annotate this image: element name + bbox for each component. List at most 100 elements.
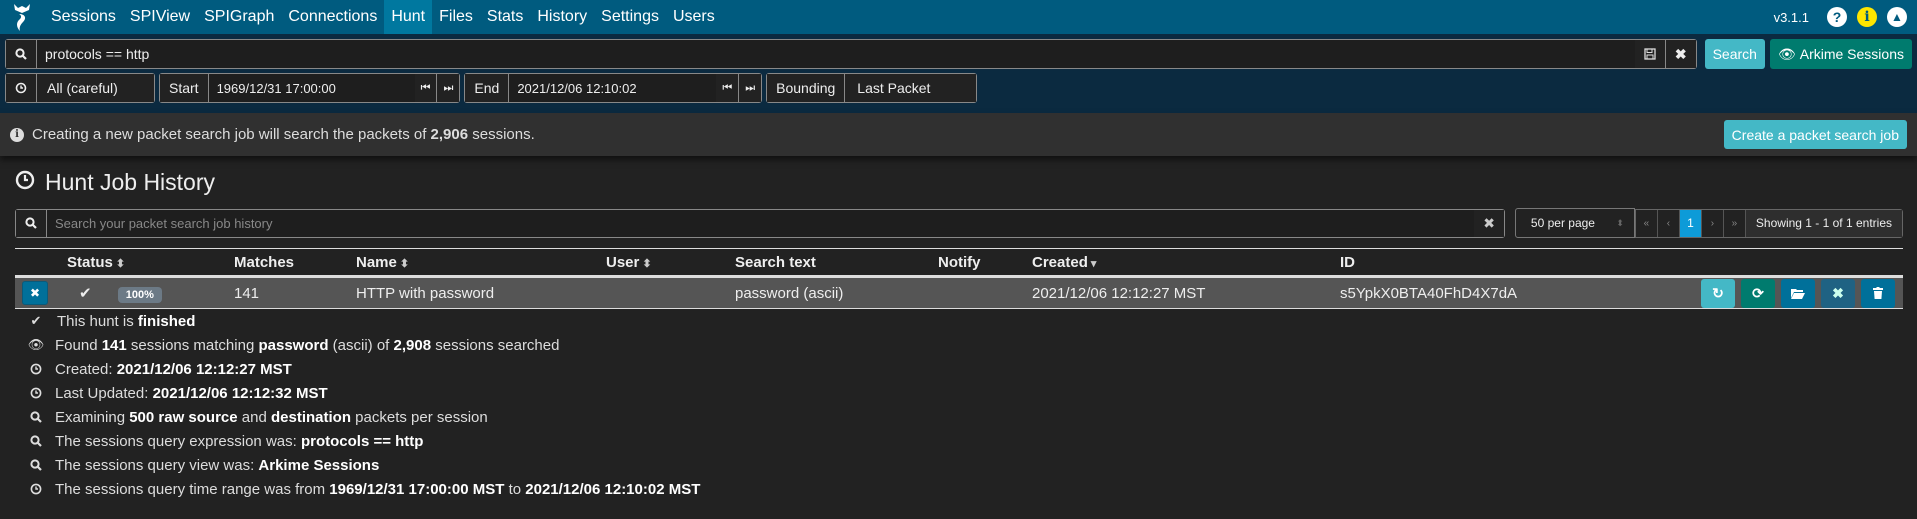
created-cell: 2021/12/06 12:12:27 MST: [1032, 276, 1340, 309]
bounding-label: Bounding: [767, 74, 846, 102]
id-cell: s5YpkX0BTA40FhD4X7dA: [1340, 276, 1700, 309]
hunt-history-table: Status ⬍ Matches Name ⬍ User ⬍ Search text …: [15, 248, 1903, 309]
col-user[interactable]: User ⬍: [606, 248, 735, 278]
nav-spigraph[interactable]: SPIGraph: [197, 0, 281, 34]
select-sort-icon: ⬍: [1616, 217, 1624, 228]
nav-hunt[interactable]: Hunt: [384, 0, 433, 34]
time-range-group: All (careful): [5, 73, 155, 103]
col-matches: Matches: [234, 248, 356, 278]
col-notify: Notify: [938, 248, 1032, 278]
page-first[interactable]: «: [1635, 209, 1658, 237]
search-expression-input[interactable]: [37, 40, 1635, 68]
collapse-chevron-up-icon[interactable]: ▲: [1887, 7, 1907, 27]
nav-files[interactable]: Files: [432, 0, 480, 34]
search-area: ✖ Search 👁 Arkime Sessions All (careful)…: [0, 34, 1917, 113]
detail-query-expression: The sessions query expression was: proto…: [25, 429, 1903, 453]
search-icon: [25, 459, 47, 471]
start-step-back-icon[interactable]: ⏮: [414, 74, 438, 102]
nav-stats[interactable]: Stats: [480, 0, 530, 34]
hunt-details: ✔ This hunt is finished 👁 Found 141 sess…: [15, 309, 1903, 501]
toggle-details-close-icon[interactable]: ✖: [22, 281, 48, 305]
sort-icon: ⬍: [115, 257, 126, 270]
bounding-group: Bounding Last Packet: [766, 73, 978, 103]
matches-cell: 141: [234, 276, 356, 309]
expression-group: ✖: [5, 39, 1697, 69]
page-current[interactable]: 1: [1679, 209, 1702, 237]
bounding-select[interactable]: Last Packet: [845, 74, 977, 102]
nav-sessions[interactable]: Sessions: [44, 0, 123, 34]
session-count: 2,906: [430, 126, 469, 143]
start-time-input[interactable]: [208, 74, 415, 102]
col-id: ID: [1340, 248, 1700, 278]
info-icon[interactable]: i: [1857, 7, 1877, 27]
table-row[interactable]: ✖ ✔ 100% 141 HTTP with password password…: [15, 276, 1903, 309]
nav-connections[interactable]: Connections: [281, 0, 384, 34]
save-expression-floppy-icon[interactable]: [1634, 40, 1666, 68]
info-circle-icon: i: [10, 127, 24, 142]
nav-users[interactable]: Users: [666, 0, 722, 34]
time-range-select[interactable]: All (careful): [37, 74, 154, 102]
history-clock-icon: [15, 169, 35, 196]
search-button[interactable]: Search: [1704, 39, 1765, 69]
search-text-cell: password (ascii): [735, 276, 938, 309]
col-search-text: Search text: [735, 248, 938, 278]
col-name[interactable]: Name ⬍: [356, 248, 606, 278]
end-step-back-icon[interactable]: ⏮: [716, 74, 740, 102]
eye-icon: 👁: [1777, 45, 1796, 62]
search-icon: [16, 209, 47, 237]
page-title: Hunt Job History: [15, 156, 1903, 208]
arkime-logo-icon[interactable]: [0, 0, 44, 34]
hunt-history-section: Hunt Job History ✖ 50 per page ⬍ « ‹ 1 ›…: [0, 156, 1917, 501]
nav-settings[interactable]: Settings: [594, 0, 666, 34]
detail-created: Created: 2021/12/06 12:12:27 MST: [25, 357, 1903, 381]
clock-icon: [25, 483, 47, 495]
detail-time-range: The sessions query time range was from 1…: [25, 477, 1903, 501]
view-select-button[interactable]: 👁 Arkime Sessions: [1769, 39, 1912, 69]
open-sessions-folder-icon[interactable]: [1781, 278, 1815, 308]
nav-history[interactable]: History: [530, 0, 594, 34]
start-label: Start: [160, 74, 209, 102]
end-time-input[interactable]: [509, 74, 717, 102]
sort-desc-icon: ▾: [1090, 257, 1097, 270]
top-navbar: Sessions SPIView SPIGraph Connections Hu…: [0, 0, 1917, 34]
end-time-group: End ⏮ ⏭: [464, 73, 763, 103]
hunt-info-bar: i Creating a new packet search job will …: [0, 113, 1917, 156]
detail-examining: Examining 500 raw source and destination…: [25, 405, 1903, 429]
notify-cell: [938, 276, 1032, 309]
eye-icon: 👁: [27, 337, 45, 352]
name-cell: HTTP with password: [356, 276, 606, 309]
col-created[interactable]: Created ▾: [1032, 248, 1340, 278]
user-cell: [606, 276, 735, 309]
page-next[interactable]: ›: [1701, 209, 1724, 237]
history-toolbar: ✖ 50 per page ⬍ « ‹ 1 › » Showing 1 - 1 …: [15, 208, 1903, 238]
repeat-sync-icon[interactable]: ⟳: [1741, 278, 1775, 308]
create-packet-search-job-button[interactable]: Create a packet search job: [1723, 120, 1907, 149]
per-page-select[interactable]: 50 per page ⬍: [1514, 208, 1635, 238]
delete-trash-icon[interactable]: [1861, 278, 1895, 308]
pagination: « ‹ 1 › » Showing 1 - 1 of 1 entries: [1634, 208, 1903, 238]
clock-icon: [25, 363, 47, 375]
progress-badge: 100%: [117, 286, 162, 303]
end-step-forward-icon[interactable]: ⏭: [739, 74, 762, 102]
search-icon: [25, 411, 47, 423]
nav-spiview[interactable]: SPIView: [123, 0, 197, 34]
detail-found: 👁 Found 141 sessions matching password (…: [25, 333, 1903, 357]
search-icon: [25, 435, 47, 447]
check-icon: ✔: [30, 313, 42, 328]
detail-query-view: The sessions query view was: Arkime Sess…: [25, 453, 1903, 477]
help-icon[interactable]: ?: [1827, 7, 1847, 27]
page-prev[interactable]: ‹: [1657, 209, 1680, 237]
history-search-input[interactable]: [47, 209, 1475, 237]
col-status[interactable]: Status ⬍: [67, 248, 234, 278]
cancel-close-icon[interactable]: ✖: [1821, 278, 1855, 308]
hunt-info-text: Creating a new packet search job will se…: [32, 126, 535, 143]
end-label: End: [465, 74, 510, 102]
clear-history-search-close-icon[interactable]: ✖: [1474, 209, 1504, 237]
page-last[interactable]: »: [1723, 209, 1746, 237]
start-step-forward-icon[interactable]: ⏭: [437, 74, 460, 102]
clear-expression-close-icon[interactable]: ✖: [1665, 40, 1696, 68]
sort-icon: ⬍: [642, 257, 652, 270]
rerun-refresh-icon[interactable]: ↻: [1701, 278, 1735, 308]
start-time-group: Start ⏮ ⏭: [159, 73, 461, 103]
detail-last-updated: Last Updated: 2021/12/06 12:12:32 MST: [25, 381, 1903, 405]
